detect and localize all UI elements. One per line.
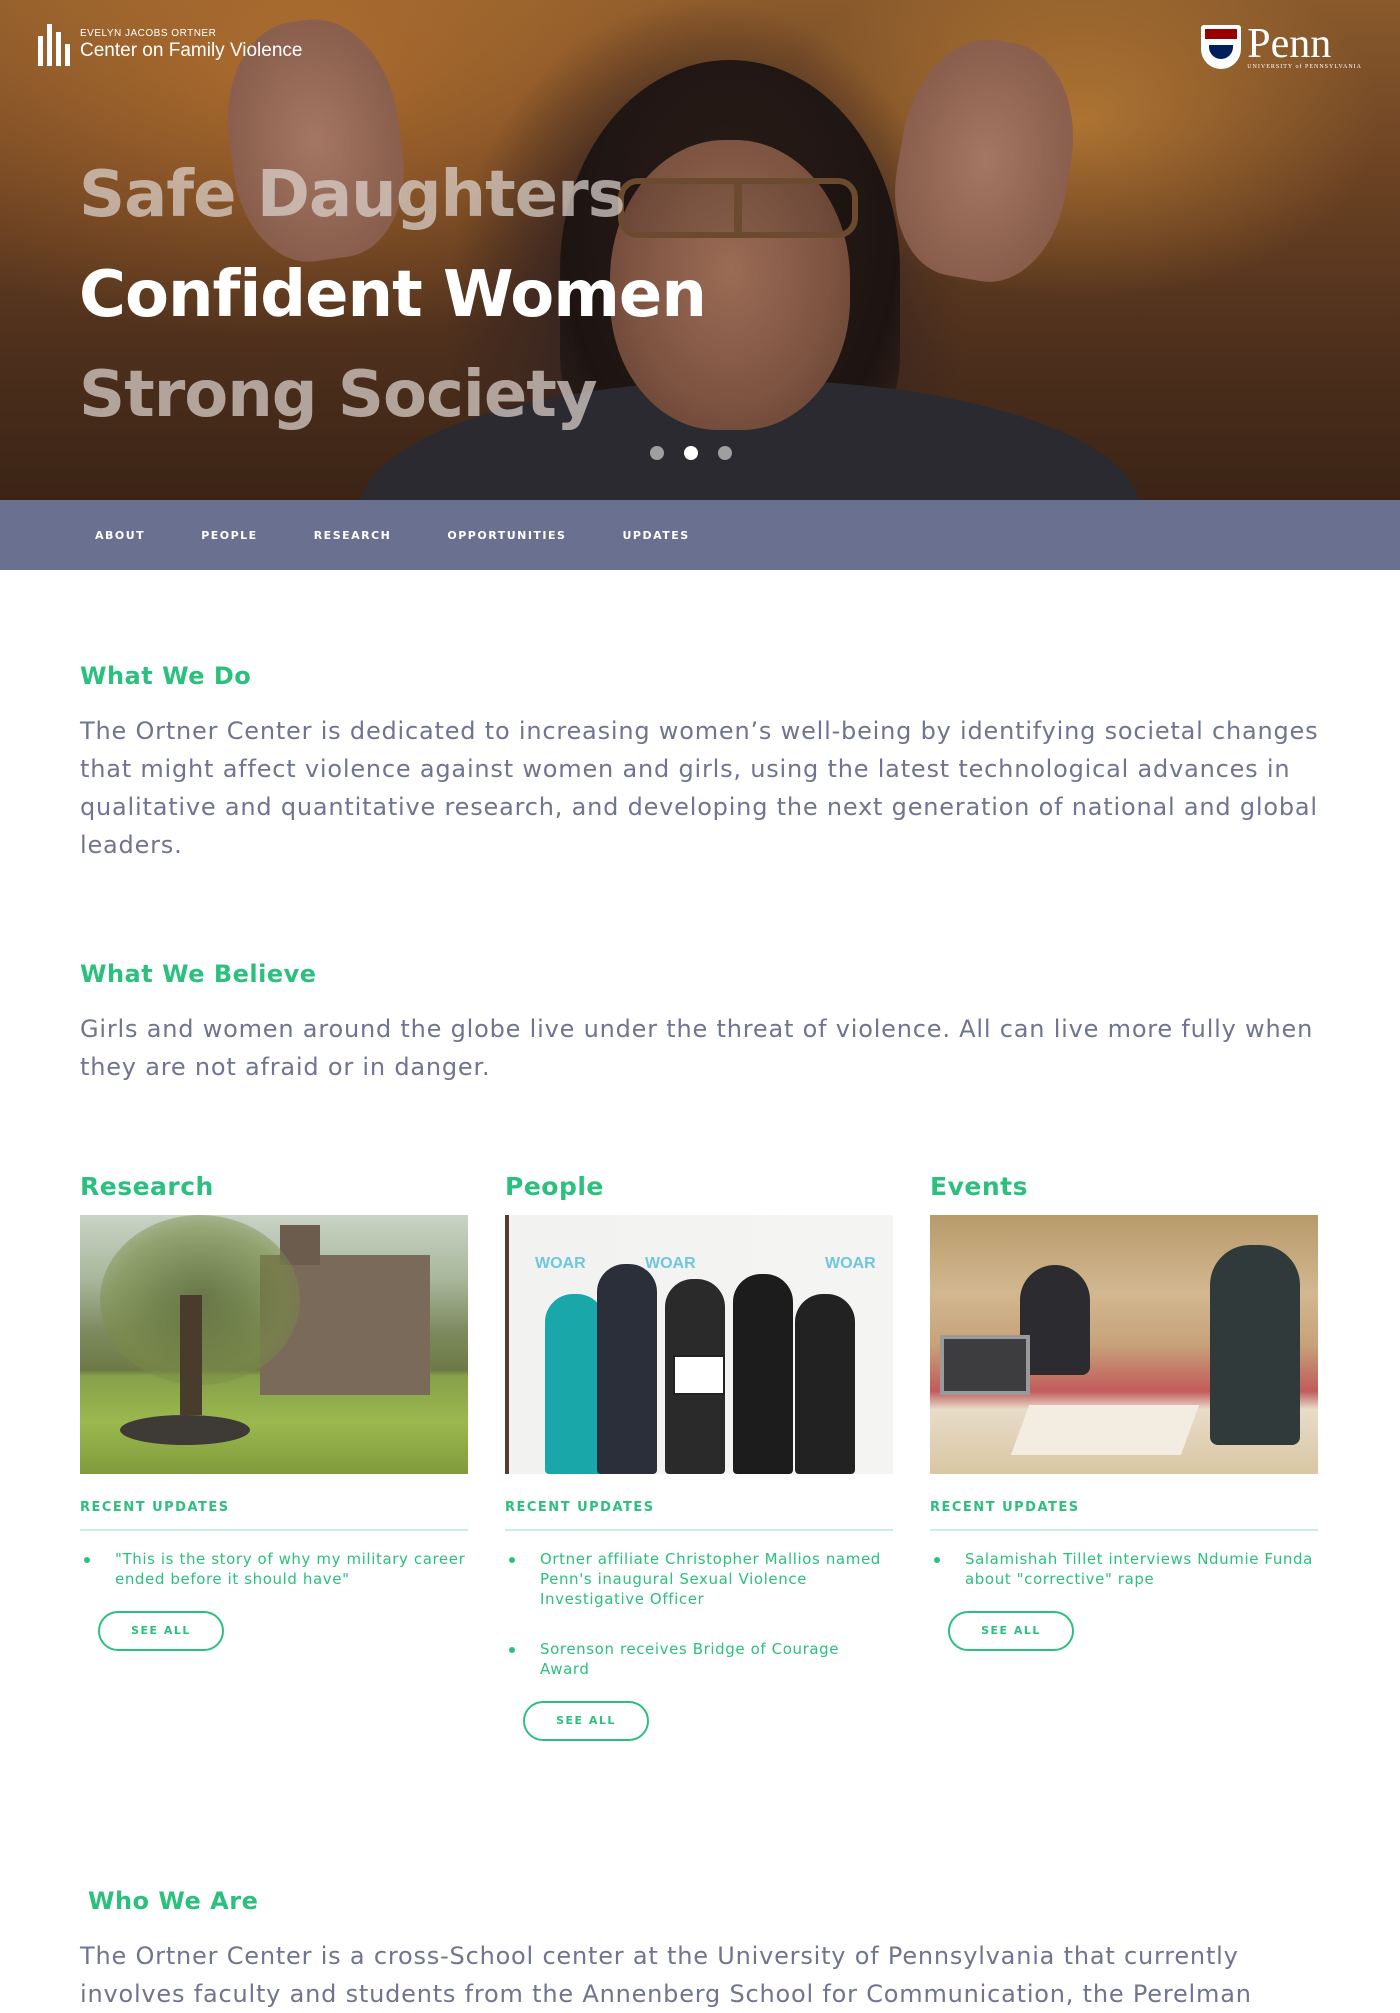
recent-updates-label: RECENT UPDATES: [505, 1500, 893, 1531]
carousel-dots: [650, 446, 732, 460]
logo-line-2: Center on Family Violence: [80, 40, 303, 61]
events-updates-list: Salamishah Tillet interviews Ndumie Fund…: [930, 1549, 1318, 1589]
research-title[interactable]: Research: [80, 1172, 468, 1201]
who-we-are-section: Who We Are The Ortner Center is a cross-…: [80, 1887, 1330, 2013]
recent-updates-label: RECENT UPDATES: [80, 1500, 468, 1531]
carousel-dot-2[interactable]: [684, 446, 698, 460]
events-column: Events RECENT UPDATES Salamishah Tillet …: [930, 1172, 1318, 1741]
what-we-believe-title: What We Believe: [80, 960, 317, 988]
hero-line-1: Safe Daughters: [79, 158, 626, 232]
what-we-do-body: The Ortner Center is dedicated to increa…: [80, 717, 1319, 859]
people-title[interactable]: People: [505, 1172, 893, 1201]
update-link[interactable]: Salamishah Tillet interviews Ndumie Fund…: [930, 1549, 1318, 1589]
hero-slogan: Safe Daughters Confident Women Strong So…: [79, 145, 707, 445]
events-see-all-button[interactable]: SEE ALL: [948, 1611, 1074, 1651]
people-photo[interactable]: WOAR WOAR WOAR: [505, 1215, 893, 1474]
photo-backdrop-logo: WOAR: [645, 1255, 696, 1272]
update-link[interactable]: Sorenson receives Bridge of Courage Awar…: [505, 1639, 893, 1679]
nav-about[interactable]: ABOUT: [95, 529, 145, 542]
nav-opportunities[interactable]: OPPORTUNITIES: [447, 529, 566, 542]
penn-shield-icon: [1201, 25, 1242, 69]
hero-photo-right-hand: [880, 27, 1090, 293]
update-link[interactable]: Ortner affiliate Christopher Mallios nam…: [505, 1549, 893, 1609]
hero-line-2: Confident Women: [79, 258, 707, 332]
carousel-dot-1[interactable]: [650, 446, 664, 460]
what-we-do-title: What We Do: [80, 662, 252, 690]
research-updates-list: "This is the story of why my military ca…: [80, 1549, 468, 1589]
nav-updates[interactable]: UPDATES: [622, 529, 689, 542]
hero-banner: EVELYN JACOBS ORTNER Center on Family Vi…: [0, 0, 1400, 500]
update-link[interactable]: "This is the story of why my military ca…: [80, 1549, 468, 1589]
nav-research[interactable]: RESEARCH: [314, 529, 392, 542]
who-we-are-body: The Ortner Center is a cross-School cent…: [80, 1942, 1252, 2008]
center-logo-icon: [38, 24, 70, 66]
hero-line-3: Strong Society: [79, 358, 598, 432]
feature-columns: Research RECENT UPDATES "This is the sto…: [80, 1172, 1320, 1741]
people-updates-list: Ortner affiliate Christopher Mallios nam…: [505, 1549, 893, 1679]
what-we-believe-body: Girls and women around the globe live un…: [80, 1015, 1314, 1081]
events-photo[interactable]: [930, 1215, 1318, 1474]
photo-backdrop-logo: WOAR: [535, 1255, 586, 1272]
logo-line-1: EVELYN JACOBS ORTNER: [80, 28, 217, 39]
research-column: Research RECENT UPDATES "This is the sto…: [80, 1172, 468, 1741]
research-photo[interactable]: [80, 1215, 468, 1474]
what-we-do-section: What We Do The Ortner Center is dedicate…: [80, 662, 1330, 864]
recent-updates-label: RECENT UPDATES: [930, 1500, 1318, 1531]
penn-subtitle: UNIVERSITY of PENNSYLVANIA: [1247, 64, 1362, 70]
penn-wordmark: Penn: [1247, 21, 1332, 67]
penn-logo[interactable]: Penn UNIVERSITY of PENNSYLVANIA: [1201, 21, 1362, 70]
nav-people[interactable]: PEOPLE: [201, 529, 258, 542]
people-see-all-button[interactable]: SEE ALL: [523, 1701, 649, 1741]
photo-backdrop-logo: WOAR: [825, 1255, 876, 1272]
who-we-are-title: Who We Are: [88, 1887, 259, 1915]
events-title[interactable]: Events: [930, 1172, 1318, 1201]
research-see-all-button[interactable]: SEE ALL: [98, 1611, 224, 1651]
main-nav: ABOUT PEOPLE RESEARCH OPPORTUNITIES UPDA…: [0, 500, 1400, 570]
carousel-dot-3[interactable]: [718, 446, 732, 460]
site-logo[interactable]: EVELYN JACOBS ORTNER Center on Family Vi…: [38, 24, 302, 66]
what-we-believe-section: What We Believe Girls and women around t…: [80, 960, 1330, 1086]
people-column: People WOAR WOAR WOAR RECENT UPDATES Ort…: [505, 1172, 893, 1741]
